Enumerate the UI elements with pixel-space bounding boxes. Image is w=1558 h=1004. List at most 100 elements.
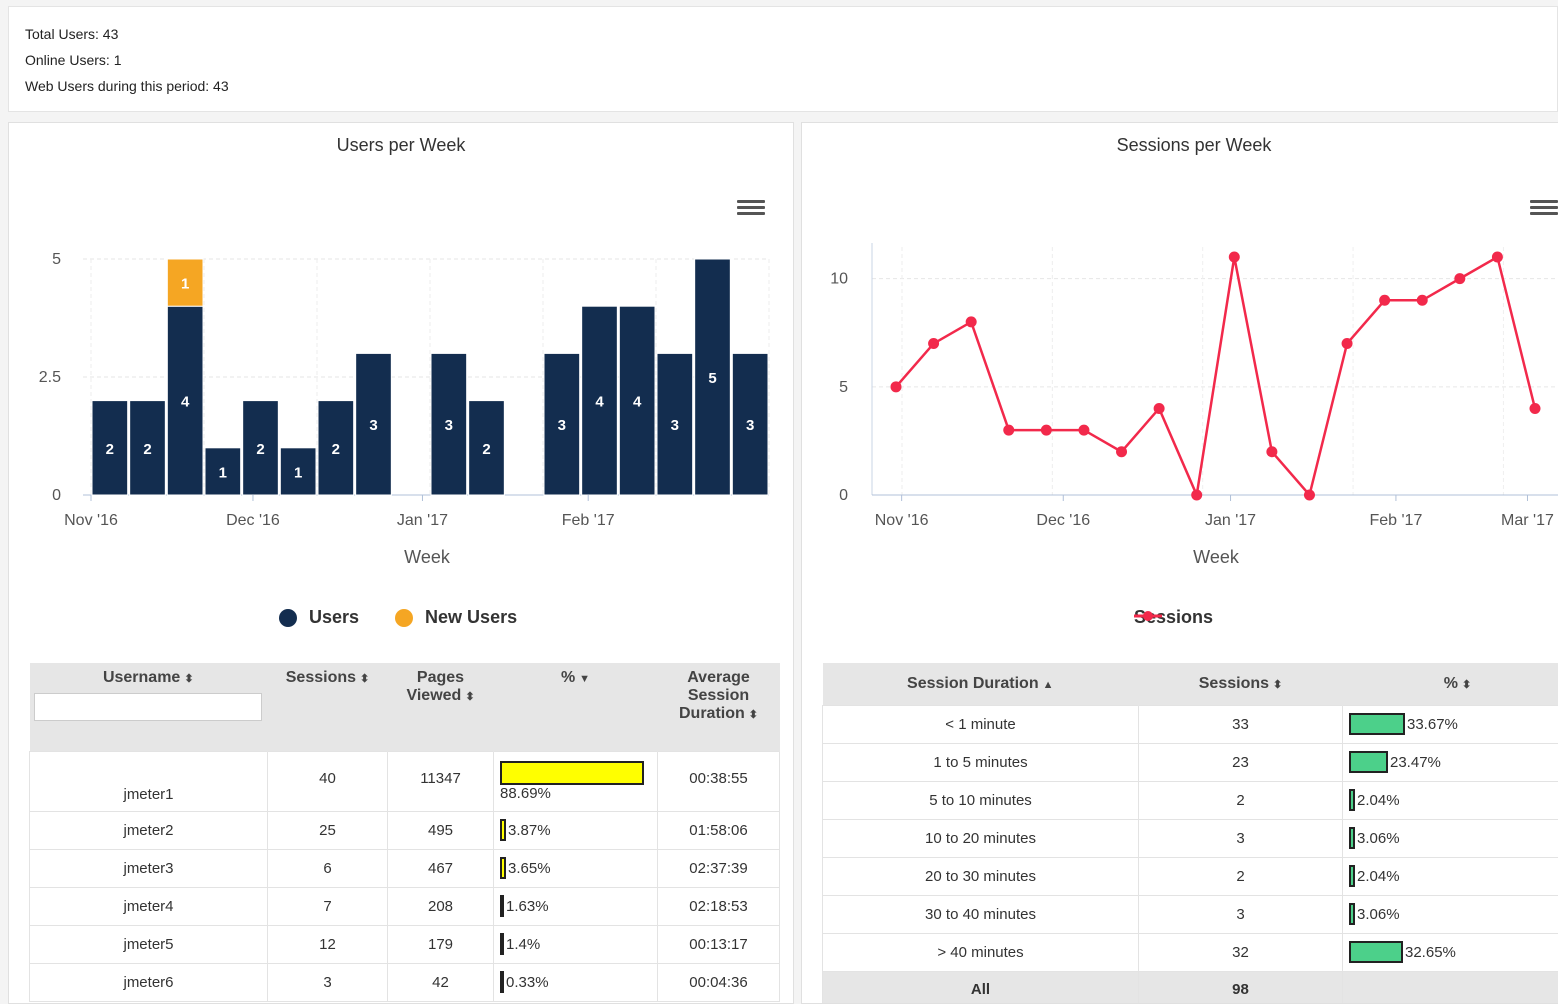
- percent-bar: [1349, 789, 1355, 811]
- sessions-data-point[interactable]: [1416, 294, 1428, 306]
- username-filter-input[interactable]: [33, 693, 262, 721]
- sort-asc-icon: ▲: [1042, 678, 1054, 691]
- pages-viewed-cell: 179: [387, 924, 494, 964]
- y-tick-label: 10: [830, 271, 848, 288]
- percent-cell: 3.06%: [1342, 818, 1558, 858]
- bar-data-label: 3: [369, 417, 377, 434]
- sessions-data-point[interactable]: [928, 338, 940, 350]
- bar-data-label: 3: [671, 417, 679, 434]
- percent-label: 2.04%: [1357, 867, 1400, 885]
- sessions-data-point[interactable]: [1266, 446, 1278, 458]
- sessions-cell: 2: [1138, 780, 1343, 820]
- sessions-data-point[interactable]: [1529, 402, 1541, 414]
- sessions-data-point[interactable]: [1116, 446, 1128, 458]
- total-sessions-cell: 98: [1138, 970, 1343, 1003]
- percent-label: 0.33%: [506, 973, 549, 991]
- table-row[interactable]: jmeter4 7 208 1.63% 02:18:53: [29, 886, 780, 926]
- column-header-percent[interactable]: % ▼: [493, 663, 658, 751]
- session-duration-cell: > 40 minutes: [822, 932, 1139, 972]
- table-row[interactable]: jmeter2 25 495 3.87% 01:58:06: [29, 810, 780, 850]
- bar-data-label: 3: [558, 417, 566, 434]
- column-header-sessions[interactable]: Sessions ⬍: [267, 663, 388, 751]
- avg-duration-cell: 02:37:39: [657, 848, 780, 888]
- percent-cell: 0.33%: [493, 962, 658, 1002]
- percent-label: 3.06%: [1357, 905, 1400, 923]
- percent-cell: 2.04%: [1342, 856, 1558, 896]
- column-header-pages-viewed[interactable]: Pages Viewed ⬍: [387, 663, 494, 751]
- sessions-panel: Sessions per Week 0 5 10 Nov '16 Dec '16 Jan …: [801, 122, 1558, 1004]
- sessions-data-point[interactable]: [1303, 489, 1315, 501]
- percent-bar: [500, 857, 506, 879]
- percent-bar: [1349, 865, 1355, 887]
- web-users-text: Web Users during this period: 43: [25, 78, 229, 94]
- y-tick-label: 5: [839, 379, 848, 396]
- sessions-data-point[interactable]: [1078, 424, 1090, 436]
- percent-bar: [1349, 751, 1388, 773]
- table-row[interactable]: 5 to 10 minutes 2 2.04%: [822, 780, 1558, 820]
- percent-bar: [500, 971, 504, 993]
- sort-icon: ⬍: [360, 673, 370, 685]
- sessions-cell: 3: [1138, 894, 1343, 934]
- percent-label: 3.06%: [1357, 829, 1400, 847]
- column-header-percent[interactable]: % ⬍: [1342, 663, 1558, 705]
- session-duration-table: Session Duration ▲ Sessions ⬍ % ⬍ < 1 minut…: [822, 663, 1558, 1003]
- percent-cell: 3.65%: [493, 848, 658, 888]
- total-label-cell: All: [822, 970, 1139, 1003]
- sessions-legend-swatch: [1134, 611, 1162, 621]
- column-header-session-duration[interactable]: Session Duration ▲: [822, 663, 1139, 705]
- table-row[interactable]: jmeter1 40 11347 88.69% 00:38:55: [29, 750, 780, 812]
- users-table: Username ⬍ Sessions ⬍ Pages Viewed ⬍ % ▼ Ave…: [29, 663, 780, 1002]
- sessions-data-point[interactable]: [1191, 489, 1203, 501]
- username-cell: jmeter5: [29, 924, 268, 964]
- pages-viewed-cell: 42: [387, 962, 494, 1002]
- sessions-data-point[interactable]: [1003, 424, 1015, 436]
- sessions-data-point[interactable]: [1040, 424, 1052, 436]
- table-row[interactable]: > 40 minutes 32 32.65%: [822, 932, 1558, 972]
- bar-data-label: 2: [106, 441, 114, 458]
- total-percent-cell: [1342, 970, 1558, 1003]
- table-row[interactable]: 20 to 30 minutes 2 2.04%: [822, 856, 1558, 896]
- table-row[interactable]: jmeter6 3 42 0.33% 00:04:36: [29, 962, 780, 1002]
- sessions-data-point[interactable]: [1454, 273, 1466, 285]
- sessions-data-point[interactable]: [1491, 251, 1503, 263]
- sessions-data-point[interactable]: [1379, 294, 1391, 306]
- users-legend-label[interactable]: Users: [309, 607, 359, 628]
- table-row[interactable]: 10 to 20 minutes 3 3.06%: [822, 818, 1558, 858]
- session-duration-cell: 1 to 5 minutes: [822, 742, 1139, 782]
- sort-desc-icon: ▼: [579, 673, 591, 685]
- sessions-data-point[interactable]: [1341, 338, 1353, 350]
- percent-cell: 2.04%: [1342, 780, 1558, 820]
- column-header-username[interactable]: Username ⬍: [29, 663, 268, 751]
- sessions-series-line: [895, 255, 1537, 500]
- table-row[interactable]: jmeter3 6 467 3.65% 02:37:39: [29, 848, 780, 888]
- sessions-data-point[interactable]: [1153, 402, 1165, 414]
- session-duration-cell: 10 to 20 minutes: [822, 818, 1139, 858]
- percent-label: 23.47%: [1390, 753, 1441, 771]
- username-cell: jmeter3: [29, 848, 268, 888]
- percent-label: 1.63%: [506, 897, 549, 915]
- table-row[interactable]: jmeter5 12 179 1.4% 00:13:17: [29, 924, 780, 964]
- x-tick-label: Nov '16: [64, 512, 118, 529]
- table-row[interactable]: 30 to 40 minutes 3 3.06%: [822, 894, 1558, 934]
- users-plot: 0 2.5 5 2 2 4 1 1 2 1 2 3 3 2 3 4 4 3 5 3 Nov '16 Dec '16 Jan …: [39, 251, 770, 529]
- bar-data-label: 5: [708, 370, 716, 387]
- session-duration-cell: 5 to 10 minutes: [822, 780, 1139, 820]
- sessions-data-point[interactable]: [1228, 251, 1240, 263]
- column-header-sessions[interactable]: Sessions ⬍: [1138, 663, 1343, 705]
- new-users-legend-label[interactable]: New Users: [425, 607, 517, 628]
- table-row[interactable]: < 1 minute 33 33.67%: [822, 704, 1558, 744]
- percent-cell: 3.87%: [493, 810, 658, 850]
- y-tick-label: 5: [52, 251, 61, 268]
- x-tick-label: Mar '17: [1501, 512, 1554, 529]
- table-row[interactable]: 1 to 5 minutes 23 23.47%: [822, 742, 1558, 782]
- sessions-data-point[interactable]: [965, 316, 977, 328]
- avg-duration-cell: 00:04:36: [657, 962, 780, 1002]
- sessions-cell: 3: [267, 962, 388, 1002]
- percent-label: 3.87%: [508, 821, 551, 839]
- column-header-avg-duration[interactable]: Average Session Duration ⬍: [657, 663, 780, 751]
- percent-label: 33.67%: [1407, 715, 1458, 733]
- percent-cell: 33.67%: [1342, 704, 1558, 744]
- session-duration-header-label: Session Duration: [907, 674, 1039, 692]
- sessions-data-point[interactable]: [890, 381, 902, 393]
- username-header-label: Username: [102, 669, 181, 686]
